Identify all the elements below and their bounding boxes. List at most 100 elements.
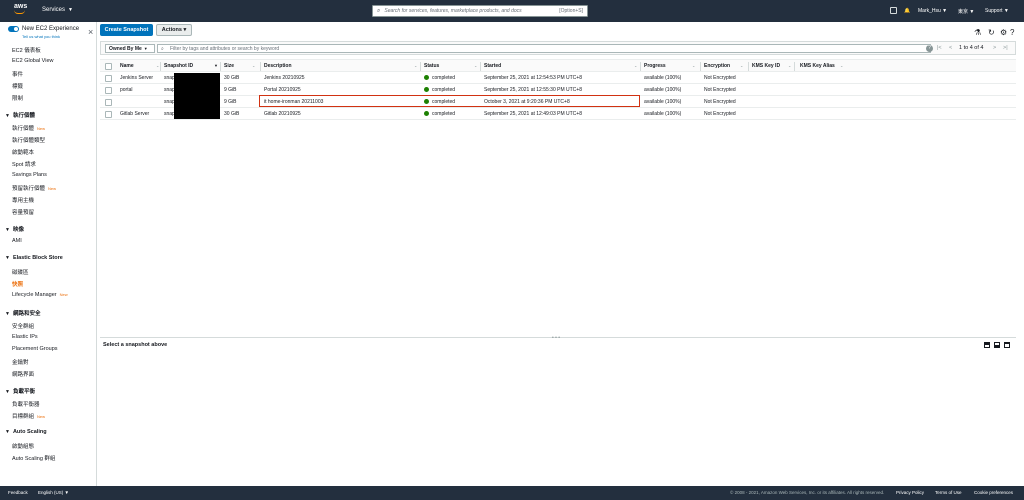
table-row[interactable]: Jenkins Server snap 30 GiB Jenkins 20210… — [100, 73, 1016, 84]
sidebar-item-security-groups[interactable]: 安全群組 — [12, 322, 34, 330]
col-name[interactable]: Name — [120, 63, 134, 69]
column-divider[interactable] — [700, 62, 701, 71]
sidebar-section-auto-scaling[interactable]: ▼ Auto Scaling — [5, 429, 47, 435]
sort-icon[interactable]: ⌄ — [838, 63, 843, 69]
column-divider[interactable] — [220, 62, 221, 71]
drag-handle-icon[interactable]: • • • — [552, 335, 560, 341]
sidebar-item-dashboard[interactable]: EC2 儀表板 — [12, 46, 41, 54]
help-icon[interactable]: ? — [1010, 29, 1014, 37]
aws-logo[interactable]: aws — [14, 3, 28, 17]
sidebar-item-launch-configurations[interactable]: 啟動組態 — [12, 442, 34, 450]
cloudshell-icon[interactable] — [890, 7, 897, 14]
sidebar-item-instance-types[interactable]: 執行個體類型 — [12, 136, 45, 144]
row-checkbox[interactable] — [105, 111, 112, 118]
sidebar-section-network[interactable]: ▼ 網路和安全 — [5, 309, 40, 317]
sidebar-section-images[interactable]: ▼ 映像 — [5, 225, 24, 233]
sort-icon[interactable]: ⌄ — [250, 63, 255, 69]
filter-input[interactable]: ⌕ Filter by tags and attributes or searc… — [157, 44, 931, 53]
lab-flask-icon[interactable]: ⚗ — [974, 29, 981, 37]
first-page-icon[interactable]: |< — [937, 45, 942, 51]
sidebar-item-launch-templates[interactable]: 啟動範本 — [12, 148, 34, 156]
filter-help-icon[interactable]: ? — [926, 45, 933, 52]
column-divider[interactable] — [160, 62, 161, 71]
column-divider[interactable] — [260, 62, 261, 71]
col-progress[interactable]: Progress — [644, 63, 666, 69]
support-menu[interactable]: Support ▼ — [985, 8, 1009, 14]
sort-icon[interactable]: ⌄ — [786, 63, 791, 69]
sidebar-item-global-view[interactable]: EC2 Global View — [12, 58, 53, 64]
sort-desc-icon[interactable]: ▼ — [212, 63, 218, 69]
sidebar-item-instances[interactable]: 執行個體 New — [12, 124, 45, 132]
account-menu[interactable]: Mark_Hsu ▼ — [918, 8, 947, 14]
col-kms-key-id[interactable]: KMS Key ID — [752, 63, 780, 69]
owned-by-select[interactable]: Owned By Me ▼ — [105, 44, 155, 53]
feedback-link[interactable]: Tell us what you think — [22, 34, 60, 39]
settings-gear-icon[interactable]: ⚙ — [1000, 29, 1007, 37]
sidebar-item-load-balancers[interactable]: 負載平衡器 — [12, 400, 40, 408]
next-page-icon[interactable]: > — [993, 45, 996, 51]
row-checkbox[interactable] — [105, 99, 112, 106]
refresh-icon[interactable]: ↻ — [988, 29, 995, 37]
sidebar-item-lifecycle[interactable]: Lifecycle Manager New — [12, 292, 68, 298]
sidebar-item-limits[interactable]: 限制 — [12, 94, 23, 102]
layout-bottom-icon[interactable] — [984, 342, 990, 348]
column-divider[interactable] — [640, 62, 641, 71]
sidebar-item-key-pairs[interactable]: 金鑰對 — [12, 358, 29, 366]
col-kms-key-alias[interactable]: KMS Key Alias — [800, 63, 835, 69]
sidebar-item-spot[interactable]: Spot 請求 — [12, 160, 36, 168]
col-encryption[interactable]: Encryption — [704, 63, 730, 69]
sidebar-item-placement-groups[interactable]: Placement Groups — [12, 346, 58, 352]
sort-icon[interactable]: ⌄ — [154, 63, 159, 69]
row-checkbox[interactable] — [105, 87, 112, 94]
sidebar-item-snapshots[interactable]: 快照 — [12, 280, 23, 288]
sidebar-item-elastic-ips[interactable]: Elastic IPs — [12, 334, 38, 340]
column-divider[interactable] — [420, 62, 421, 71]
row-checkbox[interactable] — [105, 75, 112, 82]
sidebar-item-dedicated-hosts[interactable]: 專用主機 — [12, 196, 34, 204]
sidebar-item-events[interactable]: 事件 — [12, 70, 23, 78]
sidebar-section-instances[interactable]: ▼ 執行個體 — [5, 111, 35, 119]
global-search-input[interactable]: ⌕ Search for services, features, marketp… — [372, 5, 588, 17]
col-snapshot-id[interactable]: Snapshot ID — [164, 63, 193, 69]
sidebar-section-ebs[interactable]: ▼ Elastic Block Store — [5, 255, 63, 261]
select-all-checkbox[interactable] — [105, 63, 112, 70]
sidebar-item-ami[interactable]: AMI — [12, 238, 22, 244]
col-started[interactable]: Started — [484, 63, 501, 69]
actions-button[interactable]: Actions ▾ — [156, 24, 192, 36]
prev-page-icon[interactable]: < — [949, 45, 952, 51]
col-status[interactable]: Status — [424, 63, 439, 69]
sort-icon[interactable]: ⌄ — [690, 63, 695, 69]
sort-icon[interactable]: ⌄ — [472, 63, 477, 69]
create-snapshot-button[interactable]: Create Snapshot — [100, 24, 153, 36]
region-menu[interactable]: 東京 ▼ — [958, 8, 974, 15]
sidebar-item-target-groups[interactable]: 目標群組 New — [12, 412, 45, 420]
sort-icon[interactable]: ⌄ — [738, 63, 743, 69]
notifications-icon[interactable]: 🔔 — [904, 8, 910, 14]
close-sidebar-icon[interactable]: × — [88, 28, 93, 37]
services-menu[interactable]: Services ▼ — [42, 7, 73, 13]
column-divider[interactable] — [480, 62, 481, 71]
sidebar-item-reserved[interactable]: 預留執行個體 New — [12, 184, 56, 192]
sidebar-item-capacity[interactable]: 容量預留 — [12, 208, 34, 216]
feedback-link[interactable]: Feedback — [8, 490, 28, 495]
terms-link[interactable]: Terms of Use — [935, 490, 962, 495]
sort-icon[interactable]: ⌄ — [412, 63, 417, 69]
column-divider[interactable] — [748, 62, 749, 71]
layout-full-icon[interactable] — [1004, 342, 1010, 348]
privacy-link[interactable]: Privacy Policy — [896, 490, 924, 495]
language-select[interactable]: English (US) ▼ — [38, 490, 69, 495]
new-experience-toggle[interactable] — [8, 26, 19, 32]
sidebar-item-savings-plans[interactable]: Savings Plans — [12, 172, 47, 178]
sidebar-item-auto-scaling-groups[interactable]: Auto Scaling 群組 — [12, 454, 55, 462]
column-divider[interactable] — [794, 62, 795, 71]
sidebar-item-tags[interactable]: 標籤 — [12, 82, 23, 90]
sidebar-item-volumes[interactable]: 磁碟區 — [12, 268, 29, 276]
sort-icon[interactable]: ⌄ — [632, 63, 637, 69]
table-row[interactable]: Gitlab Server snap 30 GiB Gitlab 2021092… — [100, 109, 1016, 120]
cookie-link[interactable]: Cookie preferences — [974, 490, 1013, 495]
col-size[interactable]: Size — [224, 63, 234, 69]
sidebar-section-load-balancing[interactable]: ▼ 負載平衡 — [5, 387, 35, 395]
col-description[interactable]: Description — [264, 63, 292, 69]
sidebar-item-network-interfaces[interactable]: 網路界面 — [12, 370, 34, 378]
layout-side-icon[interactable] — [994, 342, 1000, 348]
